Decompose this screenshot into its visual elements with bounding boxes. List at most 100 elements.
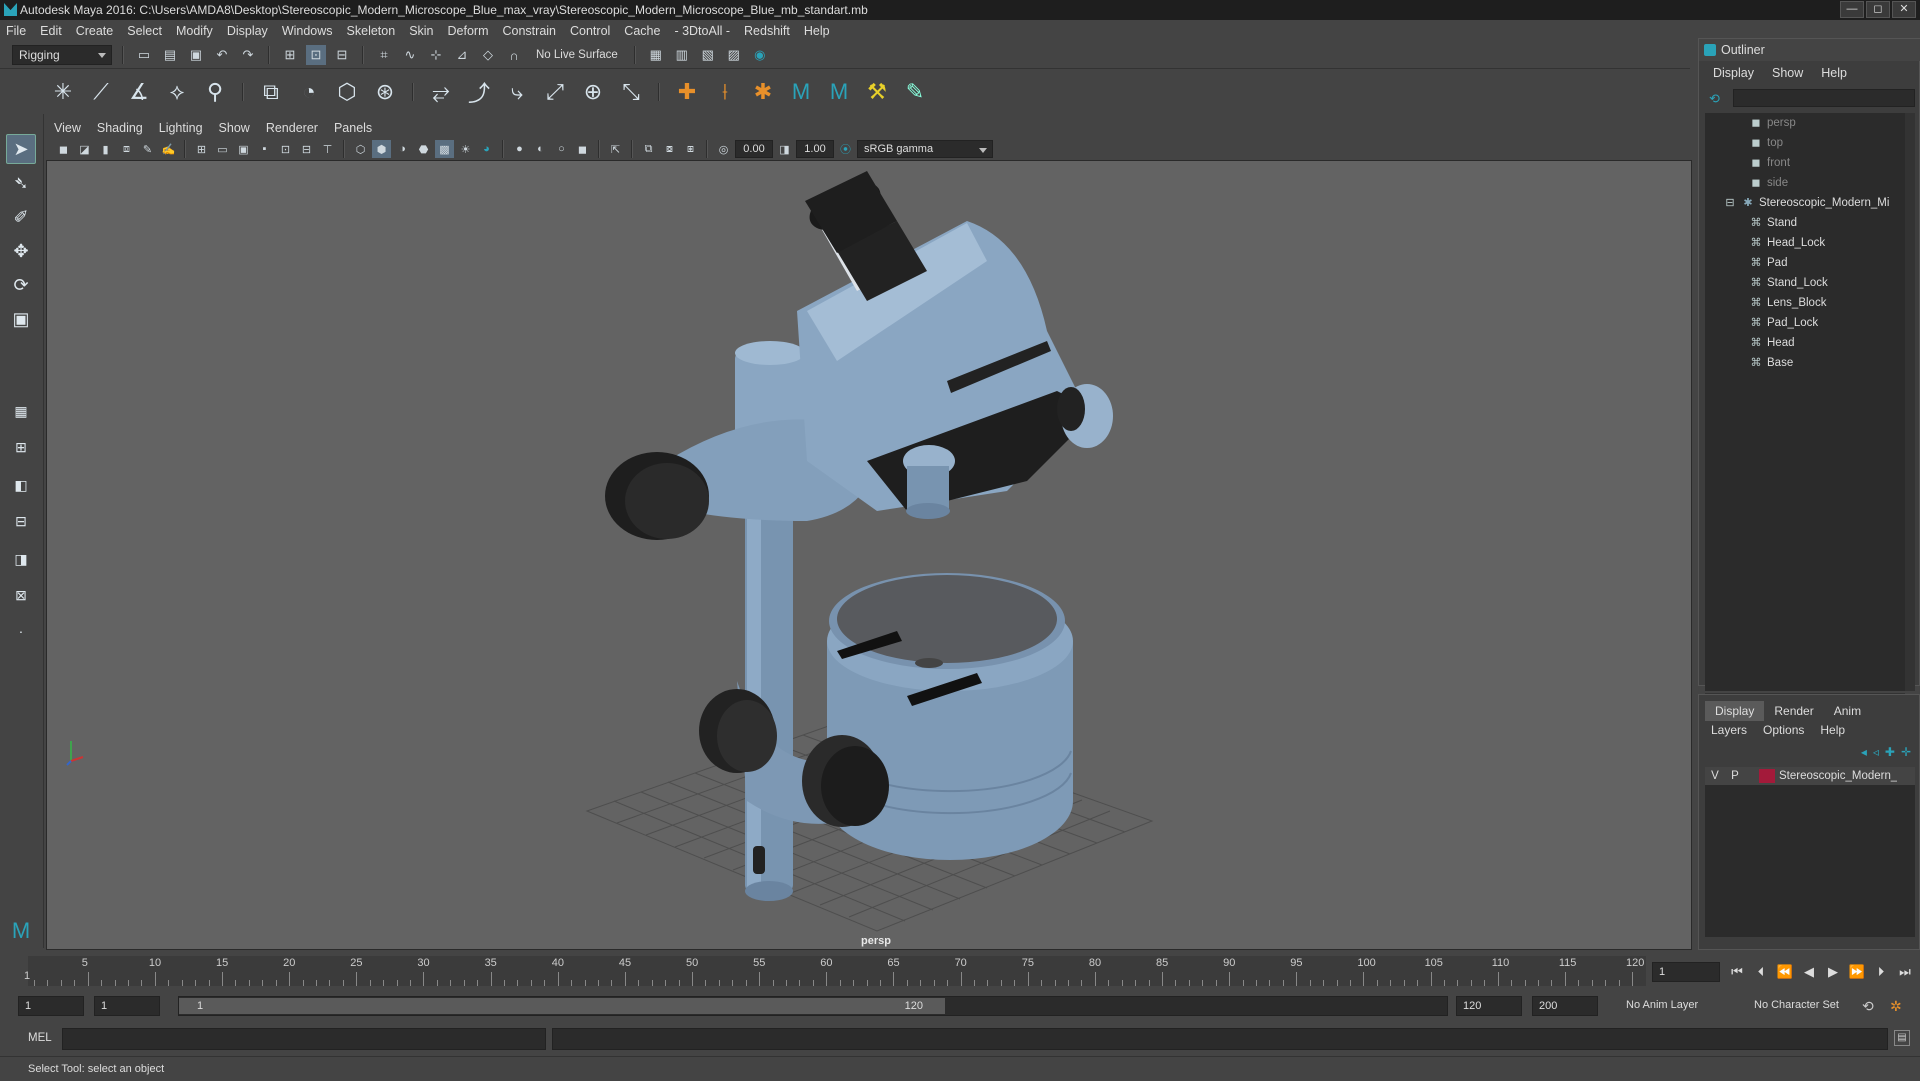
command-input[interactable] bbox=[62, 1028, 546, 1050]
safe-title-icon[interactable]: ⊤ bbox=[318, 140, 337, 158]
outliner-item-pad[interactable]: ⌘ Pad bbox=[1749, 253, 1788, 273]
panel-menu-renderer[interactable]: Renderer bbox=[266, 121, 318, 135]
paint-weights-icon[interactable]: ⚒ bbox=[862, 77, 892, 107]
lattice-icon[interactable]: ⬡ bbox=[332, 77, 362, 107]
view-transform-dropdown[interactable]: sRGB gamma bbox=[857, 140, 993, 158]
ik-handle-icon[interactable]: ∡ bbox=[124, 77, 154, 107]
outliner-item-head-lock[interactable]: ⌘ Head_Lock bbox=[1749, 233, 1826, 253]
orient-constraint-icon[interactable]: ⤷ bbox=[502, 77, 532, 107]
isolate-select-icon[interactable]: ⇱ bbox=[606, 140, 625, 158]
tab-display[interactable]: Display bbox=[1705, 701, 1765, 721]
film-gate-icon[interactable]: ▭ bbox=[213, 140, 232, 158]
layers-menu-layers[interactable]: Layers bbox=[1711, 723, 1747, 737]
outliner-item-front[interactable]: ◼ front bbox=[1749, 153, 1790, 173]
maya-muscle-icon[interactable]: M bbox=[786, 77, 816, 107]
new-scene-icon[interactable]: ▭ bbox=[134, 45, 154, 65]
current-frame-field[interactable]: 1 bbox=[1652, 962, 1720, 982]
snap-point-icon[interactable]: ⊹ bbox=[426, 45, 446, 65]
2d-pan-icon[interactable]: ✍ bbox=[159, 140, 178, 158]
snap-surface-icon[interactable]: ◇ bbox=[478, 45, 498, 65]
menu-modify[interactable]: Modify bbox=[176, 24, 213, 38]
menu-constrain[interactable]: Constrain bbox=[503, 24, 557, 38]
paint-select-icon[interactable]: ✐ bbox=[6, 202, 36, 232]
move-layer-down-icon[interactable]: ◃ bbox=[1873, 745, 1879, 759]
outliner-search-input[interactable] bbox=[1733, 89, 1915, 107]
live-surface-label[interactable]: No Live Surface bbox=[536, 49, 618, 61]
undo-icon[interactable]: ↶ bbox=[212, 45, 232, 65]
outliner-item-lens-block[interactable]: ⌘ Lens_Block bbox=[1749, 293, 1827, 313]
menu-control[interactable]: Control bbox=[570, 24, 610, 38]
exposure-field[interactable]: 0.00 bbox=[735, 140, 773, 158]
play-backward-icon[interactable]: ◀ bbox=[1798, 962, 1820, 982]
auto-key-icon[interactable]: ⟲ bbox=[1862, 998, 1874, 1015]
character-set-dropdown[interactable]: No Character Set bbox=[1748, 996, 1868, 1016]
wireframe-icon[interactable]: ⬡ bbox=[351, 140, 370, 158]
select-component-icon[interactable]: ⊟ bbox=[332, 45, 352, 65]
outliner-refresh-icon[interactable]: ⟲ bbox=[1709, 91, 1725, 107]
layers-menu-options[interactable]: Options bbox=[1763, 723, 1804, 737]
menu-create[interactable]: Create bbox=[76, 24, 114, 38]
panel-menu-shading[interactable]: Shading bbox=[97, 121, 143, 135]
range-handle[interactable]: 1 120 bbox=[179, 998, 945, 1014]
color-management-icon[interactable]: ⦿ bbox=[836, 140, 855, 158]
play-forward-icon[interactable]: ▶ bbox=[1822, 962, 1844, 982]
gamma-field[interactable]: 1.00 bbox=[796, 140, 834, 158]
camera-icon[interactable]: ◼ bbox=[54, 140, 73, 158]
grid-icon[interactable]: ⊞ bbox=[192, 140, 211, 158]
anim-layer-dropdown[interactable]: No Anim Layer bbox=[1620, 996, 1736, 1016]
layers-menu-help[interactable]: Help bbox=[1820, 723, 1845, 737]
use-lights-icon[interactable]: ☀ bbox=[456, 140, 475, 158]
panel-menu-lighting[interactable]: Lighting bbox=[159, 121, 203, 135]
parent-constraint-icon[interactable]: ⥂ bbox=[426, 77, 456, 107]
scale-tool-icon[interactable]: ▣ bbox=[6, 304, 36, 334]
snap-curve-icon[interactable]: ∿ bbox=[400, 45, 420, 65]
depth-of-field-icon[interactable]: ◼ bbox=[573, 140, 592, 158]
skeleton-icon[interactable]: ✱ bbox=[748, 77, 778, 107]
four-view-icon[interactable]: ⊞ bbox=[6, 432, 36, 462]
locator-icon[interactable]: ✚ bbox=[672, 77, 702, 107]
tab-anim[interactable]: Anim bbox=[1824, 701, 1871, 721]
perspective-viewport[interactable]: persp bbox=[46, 160, 1692, 950]
gate-mask-icon[interactable]: ▪ bbox=[255, 140, 274, 158]
resolution-gate-icon[interactable]: ▣ bbox=[234, 140, 253, 158]
default-material-icon[interactable]: ◑ bbox=[393, 140, 412, 158]
grease-pencil-icon[interactable]: ✎ bbox=[138, 140, 157, 158]
safe-action-icon[interactable]: ⊟ bbox=[297, 140, 316, 158]
outliner-item-stand[interactable]: ⌘ Stand bbox=[1749, 213, 1798, 233]
layer-playback-toggle[interactable]: P bbox=[1725, 770, 1745, 782]
playback-end-field[interactable]: 120 bbox=[1456, 996, 1522, 1016]
menu-deform[interactable]: Deform bbox=[448, 24, 489, 38]
outliner-item-side[interactable]: ◼ side bbox=[1749, 173, 1788, 193]
menu-edit[interactable]: Edit bbox=[40, 24, 62, 38]
aim-constraint-icon[interactable]: ⊕ bbox=[578, 77, 608, 107]
outliner-item-pad-lock[interactable]: ⌘ Pad_Lock bbox=[1749, 313, 1819, 333]
outliner-item-base[interactable]: ⌘ Base bbox=[1749, 353, 1794, 373]
camera-attr-icon[interactable]: ◪ bbox=[75, 140, 94, 158]
humanik-icon[interactable]: ⚲ bbox=[200, 77, 230, 107]
edit-weights-icon[interactable]: ✎ bbox=[900, 77, 930, 107]
step-forward-icon[interactable]: ⏵ bbox=[1870, 962, 1892, 982]
redo-icon[interactable]: ↷ bbox=[238, 45, 258, 65]
outliner-item-stand-lock[interactable]: ⌘ Stand_Lock bbox=[1749, 273, 1828, 293]
tab-render[interactable]: Render bbox=[1764, 701, 1823, 721]
smooth-skin-icon[interactable]: ◔ bbox=[294, 77, 324, 107]
pole-vector-icon[interactable]: ⤡ bbox=[616, 77, 646, 107]
script-editor-icon[interactable]: ▤ bbox=[1894, 1030, 1910, 1046]
snap-view-icon[interactable]: ⊿ bbox=[452, 45, 472, 65]
menu-skin[interactable]: Skin bbox=[409, 24, 433, 38]
outliner-menu-show[interactable]: Show bbox=[1772, 66, 1803, 80]
outliner-item-top[interactable]: ◼ top bbox=[1749, 133, 1783, 153]
menu-3dtoall[interactable]: - 3DtoAll - bbox=[674, 24, 730, 38]
ik-spline-icon[interactable]: ⟡ bbox=[162, 77, 192, 107]
range-bar[interactable]: 1 120 bbox=[178, 996, 1448, 1016]
menu-set-dropdown[interactable]: Rigging bbox=[12, 45, 112, 65]
menu-help[interactable]: Help bbox=[804, 24, 830, 38]
start-time-field[interactable]: 1 bbox=[18, 996, 84, 1016]
persp-outliner-icon[interactable]: ◧ bbox=[6, 470, 36, 500]
xray-icon[interactable]: ⧉ bbox=[639, 140, 658, 158]
ambient-occlusion-icon[interactable]: ● bbox=[510, 140, 529, 158]
new-layer-selected-icon[interactable]: ✛ bbox=[1901, 745, 1911, 759]
render-view-icon[interactable]: ◉ bbox=[750, 45, 770, 65]
panel-menu-panels[interactable]: Panels bbox=[334, 121, 372, 135]
end-time-field[interactable]: 200 bbox=[1532, 996, 1598, 1016]
